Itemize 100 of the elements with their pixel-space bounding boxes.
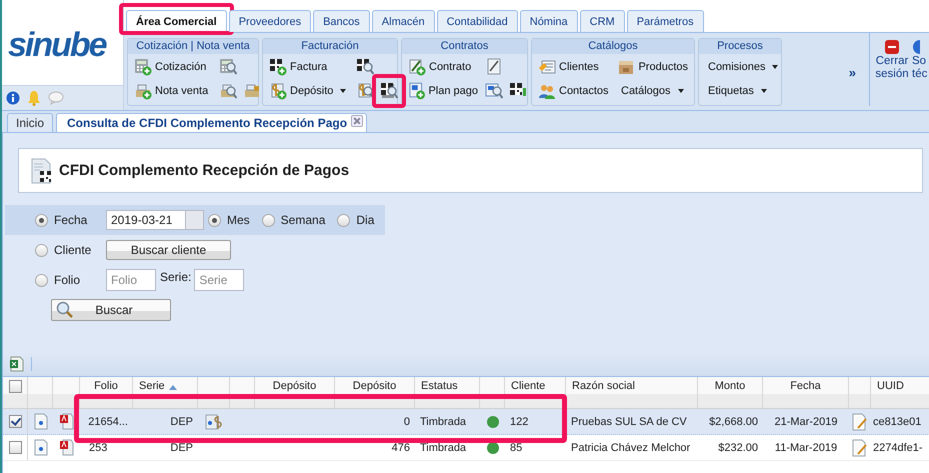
document-add-icon xyxy=(408,82,426,100)
excel-export-icon[interactable] xyxy=(9,356,25,372)
radio-label: Cliente xyxy=(54,243,92,257)
column-header[interactable]: Folio xyxy=(94,380,118,392)
pen-document-icon xyxy=(485,58,503,76)
register-add-icon xyxy=(134,82,152,100)
column-header[interactable]: Depósito xyxy=(352,380,396,392)
logout-button[interactable]: Cerrar sesión xyxy=(874,39,910,106)
radio-button[interactable] xyxy=(35,274,48,286)
checkbox[interactable] xyxy=(8,380,22,393)
ribbon-tool-button[interactable] xyxy=(355,57,375,77)
qr-code-search-icon xyxy=(356,58,374,76)
edit-note-icon[interactable] xyxy=(852,438,868,456)
ribbon-button[interactable]: Contrato xyxy=(406,58,480,76)
radio-button[interactable] xyxy=(35,214,48,226)
table-cell: 85 xyxy=(510,442,522,454)
group-title: Facturación xyxy=(263,39,397,54)
table-cell: 476 xyxy=(392,442,410,454)
group-title: Procesos xyxy=(699,39,781,54)
column-header[interactable]: Cliente xyxy=(511,380,546,392)
radio-button[interactable] xyxy=(337,214,350,226)
group-title: Cotización | Nota venta xyxy=(128,39,258,54)
document-search-icon xyxy=(485,82,503,100)
ribbon-button[interactable]: Plan pago xyxy=(406,82,480,100)
page-title: CFDI Complemento Recepción de Pagos xyxy=(59,162,350,179)
date-field[interactable]: 2019-03-21 xyxy=(106,210,204,230)
table-cell-text: 253 xyxy=(88,442,108,454)
search-icon xyxy=(56,301,74,319)
xml-file-icon[interactable] xyxy=(34,439,48,456)
serie-field[interactable]: Serie xyxy=(194,269,244,291)
radio-label: Semana xyxy=(280,213,326,227)
ribbon-button[interactable]: Productos xyxy=(615,58,690,76)
table-cell: 2274dfe1- xyxy=(873,442,923,454)
folio-field[interactable]: Folio xyxy=(106,269,156,291)
ribbon-tool-button[interactable] xyxy=(379,81,399,101)
table-cell: Patricia Chávez Melchor xyxy=(571,442,690,454)
column-header[interactable]: UUID xyxy=(877,380,904,392)
contact-card-icon xyxy=(538,58,556,76)
column-header[interactable]: Monto xyxy=(714,380,746,392)
ribbon-button[interactable]: Factura xyxy=(267,58,351,76)
module-tab[interactable]: Nómina xyxy=(520,10,578,32)
search-client-button[interactable]: Buscar cliente xyxy=(106,240,231,260)
table-cell: $2,668.00 xyxy=(709,416,758,428)
caret-icon xyxy=(340,89,346,93)
edit-note-icon[interactable] xyxy=(852,412,868,430)
module-tab[interactable]: Proveedores xyxy=(228,10,312,32)
module-tab[interactable]: Área Comercial xyxy=(126,10,227,32)
money-document-icon[interactable] xyxy=(205,412,223,430)
module-tab[interactable]: Bancos xyxy=(313,10,370,32)
xml-file-icon[interactable] xyxy=(34,413,48,430)
box-icon xyxy=(617,58,636,76)
table-cell: Timbrada xyxy=(420,416,466,428)
document-tab[interactable]: Consulta de CFDI Complemento Recepción Pago xyxy=(56,113,368,132)
ribbon-button[interactable]: Contactos xyxy=(536,82,615,100)
table-cell: Timbrada xyxy=(420,442,466,454)
ribbon-dropdown[interactable]: Comisiones xyxy=(706,61,780,73)
radio-button[interactable] xyxy=(262,214,275,226)
ribbon-dropdown[interactable]: Depósito xyxy=(267,82,351,100)
money-document-search-icon xyxy=(356,82,374,100)
radio-button[interactable] xyxy=(208,214,221,226)
caret-icon xyxy=(760,89,767,93)
support-button[interactable]: So téc xyxy=(912,39,928,106)
column-header[interactable]: Depósito xyxy=(272,380,316,392)
pdf-file-icon[interactable] xyxy=(60,413,74,430)
ribbon-button[interactable]: Cotización xyxy=(132,58,214,76)
column-header[interactable]: Fecha xyxy=(790,380,821,392)
pdf-file-icon[interactable] xyxy=(60,439,74,456)
search-button[interactable]: Buscar xyxy=(51,299,171,321)
table-row[interactable]: 253 DEP 476 Timbrada 85 Patricia Chávez Melchor $232.00 11-Mar-2019 2274dfe1- xyxy=(3,435,929,461)
field-label: Serie: xyxy=(160,269,192,284)
column-header[interactable]: Serie xyxy=(139,380,165,392)
table-cell: Pruebas SUL SA de CV xyxy=(571,416,687,428)
radio-button[interactable] xyxy=(35,244,48,256)
column-header[interactable]: Razón social xyxy=(572,380,635,392)
module-tab[interactable]: Almacén xyxy=(372,10,435,32)
table-cell: 11-Mar-2019 xyxy=(774,442,838,454)
table-cell: $232.00 xyxy=(718,442,758,454)
module-tab[interactable]: Contabilidad xyxy=(436,10,518,32)
radio-label: Folio xyxy=(54,273,82,287)
table-cell: 122 xyxy=(510,416,528,428)
table-row[interactable]: 21654... DEP 0 Timbrada 122 Pruebas SUL SA de CV $2,668.00 21-Mar-2019 ce813e01 xyxy=(3,409,929,435)
radio-label: Mes xyxy=(227,213,250,227)
module-tab[interactable]: Parámetros xyxy=(626,10,704,32)
document-tab[interactable]: Inicio xyxy=(7,113,54,132)
ribbon-button[interactable]: Clientes xyxy=(536,58,612,76)
checkbox[interactable] xyxy=(8,441,22,454)
ribbon-dropdown[interactable]: Etiquetas xyxy=(706,85,769,97)
radio-label: Fecha xyxy=(54,213,88,227)
column-header[interactable]: Estatus xyxy=(421,380,458,392)
info-icon[interactable] xyxy=(6,91,20,105)
table-cell: 21-Mar-2019 xyxy=(774,416,838,428)
close-icon[interactable] xyxy=(351,115,364,127)
money-document-add-icon xyxy=(269,82,287,100)
checkbox[interactable] xyxy=(8,415,22,428)
calculator-add-icon xyxy=(134,58,152,76)
more-button[interactable]: » xyxy=(848,64,856,80)
ribbon-button[interactable]: Nota venta xyxy=(132,82,214,100)
people-icon xyxy=(538,82,556,100)
ribbon-dropdown[interactable]: Catálogos xyxy=(619,85,686,97)
module-tab[interactable]: CRM xyxy=(580,10,625,32)
